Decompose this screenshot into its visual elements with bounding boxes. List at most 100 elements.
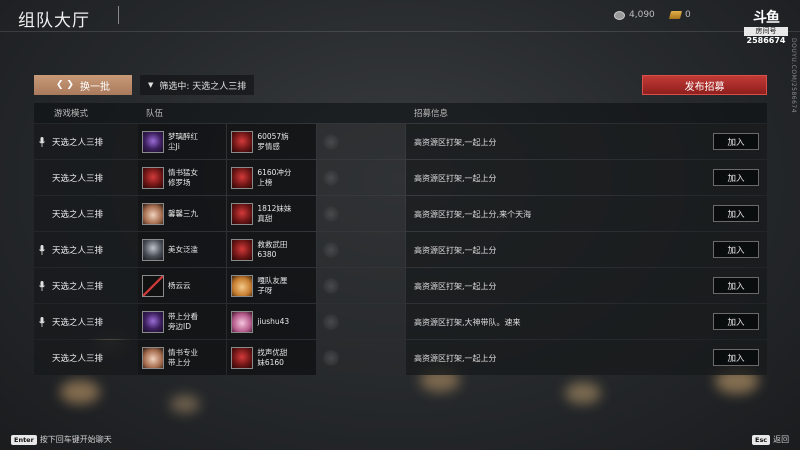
recruit-info-cell: 高资源区打架,一起上分 加入 bbox=[406, 268, 767, 303]
empty-slot-icon bbox=[322, 241, 339, 258]
avatar bbox=[142, 238, 164, 261]
game-mode-label: 天选之人三排 bbox=[52, 246, 104, 256]
coin-amount: 4,090 bbox=[629, 10, 655, 20]
table-body: 天选之人三排 梦璃醉红 尘Ji 60057旃 罗情感 高资源区打架,一起上分 加入 天选之… bbox=[34, 124, 767, 375]
title-divider bbox=[118, 6, 119, 24]
avatar bbox=[231, 202, 254, 225]
member-name: 情书专业 带上分 bbox=[168, 347, 198, 367]
gold-amount: 0 bbox=[685, 10, 691, 20]
table-row: 天选之人三排 杨云云 嘎队友厘 子呀 高资源区打架,一起上分 加入 bbox=[34, 268, 767, 303]
coin-icon bbox=[614, 10, 625, 20]
recruit-info-text: 高资源区打架,一起上分 bbox=[414, 174, 497, 183]
filter-icon: ▼ bbox=[148, 81, 154, 89]
table-row: 天选之人三排 情书猛女 修罗场 6160冲分 上榜 高资源区打架,一起上分 加入 bbox=[34, 160, 767, 195]
member-name: 6160冲分 上榜 bbox=[257, 167, 292, 187]
douyu-watermark: 斗鱼 房间号 2586674 bbox=[744, 10, 788, 46]
join-button[interactable]: 加入 bbox=[713, 205, 759, 222]
douyu-logo: 斗鱼 bbox=[753, 10, 780, 26]
team-table: 游戏模式 队伍 招募信息 天选之人三排 梦璃醉红 尘Ji 60057旃 罗情感 高资源… bbox=[34, 103, 767, 375]
team-member-slot[interactable]: 救救武田 6380 bbox=[227, 232, 316, 267]
recruit-info-text: 高资源区打架,一起上分 bbox=[414, 138, 497, 147]
team-member-slot[interactable]: 60057旃 罗情感 bbox=[227, 124, 316, 159]
recruit-info-cell: 高资源区打架,一起上分 加入 bbox=[406, 340, 767, 375]
empty-slot-icon bbox=[322, 277, 339, 294]
room-number: 2586674 bbox=[746, 36, 786, 45]
back-button[interactable]: Esc 返回 bbox=[752, 434, 789, 445]
join-button[interactable]: 加入 bbox=[713, 169, 759, 186]
side-watermark-url: DOUYU.COM/2586674 bbox=[790, 38, 797, 114]
empty-member-slot bbox=[316, 196, 405, 231]
gold-bar-icon bbox=[668, 11, 683, 19]
refresh-icon: ❮ ❯ bbox=[56, 80, 74, 90]
avatar bbox=[231, 130, 254, 153]
member-name: 1812妹妹 真甜 bbox=[257, 203, 292, 223]
filter-chip[interactable]: ▼ 筛选中: 天选之人三排 bbox=[140, 75, 255, 95]
chat-hint: Enter 按下回车键开始聊天 bbox=[11, 434, 112, 445]
team-cell: 杨云云 嘎队友厘 子呀 bbox=[138, 268, 406, 303]
team-member-slot[interactable]: 情书专业 带上分 bbox=[138, 340, 227, 375]
refresh-button[interactable]: ❮ ❯ 换一批 bbox=[34, 75, 132, 95]
game-mode-cell: 天选之人三排 bbox=[34, 232, 138, 267]
member-name: 带上分看 旁边ID bbox=[168, 311, 198, 331]
chat-hint-label: 按下回车键开始聊天 bbox=[39, 435, 112, 444]
background-light bbox=[565, 382, 601, 404]
avatar bbox=[142, 166, 164, 189]
recruit-info-cell: 高资源区打架,大神带队。速来 加入 bbox=[406, 304, 767, 339]
table-row: 天选之人三排 梦璃醉红 尘Ji 60057旃 罗情感 高资源区打架,一起上分 加入 bbox=[34, 124, 767, 159]
recruit-info-cell: 高资源区打架,一起上分 加入 bbox=[406, 124, 767, 159]
member-name: 梦璃醉红 尘Ji bbox=[168, 131, 198, 151]
team-member-slot[interactable]: 馨馨三九 bbox=[138, 196, 227, 231]
coin-balance: 4,090 bbox=[614, 10, 655, 20]
member-name: 情书猛女 修罗场 bbox=[168, 167, 198, 187]
recruit-info-text: 高资源区打架,一起上分 bbox=[414, 354, 497, 363]
avatar bbox=[231, 166, 254, 189]
avatar bbox=[142, 274, 164, 297]
join-button[interactable]: 加入 bbox=[713, 349, 759, 366]
game-mode-label: 天选之人三排 bbox=[52, 354, 104, 364]
member-name: 杨云云 bbox=[168, 280, 191, 290]
microphone-icon bbox=[39, 281, 45, 291]
team-member-slot[interactable]: 杨云云 bbox=[138, 268, 227, 303]
game-mode-cell: 天选之人三排 bbox=[34, 304, 138, 339]
publish-label: 发布招募 bbox=[684, 81, 725, 93]
filter-label: 筛选中: 天选之人三排 bbox=[159, 81, 247, 92]
game-mode-cell: 天选之人三排 bbox=[34, 268, 138, 303]
team-member-slot[interactable]: 6160冲分 上榜 bbox=[227, 160, 316, 195]
avatar bbox=[231, 346, 254, 369]
join-button[interactable]: 加入 bbox=[713, 241, 759, 258]
table-row: 天选之人三排 带上分看 旁边ID jiushu43 高资源区打架,大神带队。速来 加入 bbox=[34, 304, 767, 339]
recruit-info-cell: 高资源区打架,一起上分 加入 bbox=[406, 232, 767, 267]
team-member-slot[interactable]: 美女泛滥 bbox=[138, 232, 227, 267]
team-member-slot[interactable]: 梦璃醉红 尘Ji bbox=[138, 124, 227, 159]
team-member-slot[interactable]: 情书猛女 修罗场 bbox=[138, 160, 227, 195]
team-member-slot[interactable]: jiushu43 bbox=[227, 304, 316, 339]
avatar bbox=[142, 346, 164, 369]
empty-member-slot bbox=[316, 160, 405, 195]
team-member-slot[interactable]: 带上分看 旁边ID bbox=[138, 304, 227, 339]
team-member-slot[interactable]: 嘎队友厘 子呀 bbox=[227, 268, 316, 303]
empty-slot-icon bbox=[322, 205, 339, 222]
header-divider bbox=[0, 31, 800, 32]
recruit-info-text: 高资源区打架,一起上分 bbox=[414, 246, 497, 255]
microphone-icon bbox=[39, 137, 45, 147]
header-bar: 组队大厅 4,090 0 斗鱼 房间号 2586674 bbox=[0, 0, 800, 45]
microphone-icon bbox=[39, 317, 45, 327]
empty-slot-icon bbox=[322, 169, 339, 186]
member-name: 找声优甜 妹6160 bbox=[257, 347, 288, 367]
table-header: 游戏模式 队伍 招募信息 bbox=[34, 103, 767, 123]
game-mode-label: 天选之人三排 bbox=[52, 174, 104, 184]
team-cell: 馨馨三九 1812妹妹 真甜 bbox=[138, 196, 406, 231]
gold-balance: 0 bbox=[668, 10, 691, 20]
join-button[interactable]: 加入 bbox=[713, 313, 759, 330]
publish-recruit-button[interactable]: 发布招募 bbox=[642, 75, 767, 95]
member-name: jiushu43 bbox=[257, 316, 290, 326]
team-member-slot[interactable]: 找声优甜 妹6160 bbox=[227, 340, 316, 375]
team-member-slot[interactable]: 1812妹妹 真甜 bbox=[227, 196, 316, 231]
member-name: 馨馨三九 bbox=[168, 208, 198, 218]
join-button[interactable]: 加入 bbox=[713, 277, 759, 294]
microphone-icon bbox=[39, 245, 45, 255]
member-name: 嘎队友厘 子呀 bbox=[257, 275, 288, 295]
esc-key-icon: Esc bbox=[752, 434, 771, 445]
join-button[interactable]: 加入 bbox=[713, 133, 759, 150]
background-light bbox=[60, 380, 100, 404]
